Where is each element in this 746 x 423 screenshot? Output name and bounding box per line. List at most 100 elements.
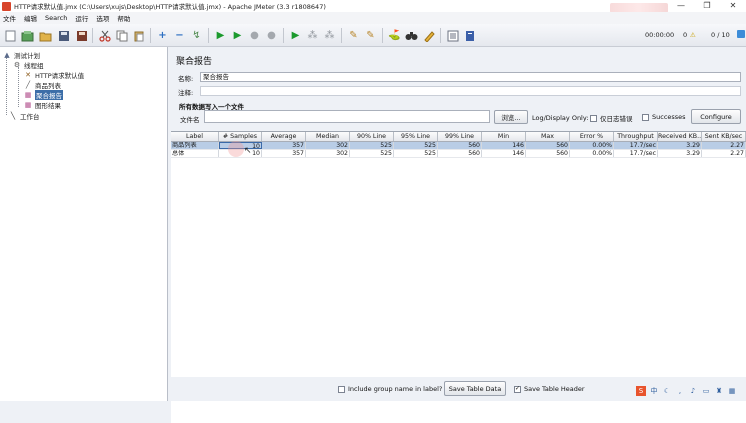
- remote-exit-icon[interactable]: ⁂: [322, 28, 337, 43]
- microphone-icon[interactable]: ♪: [688, 386, 698, 396]
- clear-icon[interactable]: ✎: [346, 28, 361, 43]
- thread-count: 0 / 10: [711, 31, 730, 39]
- templates-icon[interactable]: [20, 28, 35, 43]
- column-header-error[interactable]: Error %: [570, 132, 614, 141]
- column-header-median[interactable]: Median: [306, 132, 350, 141]
- start-no-pause-icon[interactable]: ▶: [230, 28, 245, 43]
- include-group-name-checkbox[interactable]: Include group name in label?: [338, 385, 442, 393]
- table-row[interactable]: 商品列表 10 357 302 525 525 560 146 560 0.00…: [171, 142, 746, 150]
- table-cell: 146: [482, 142, 526, 149]
- column-header-sent[interactable]: Sent KB/sec: [702, 132, 746, 141]
- shutdown-icon[interactable]: ●: [264, 28, 279, 43]
- tree-node-aggregate-report[interactable]: ▦ 聚合报告: [24, 90, 63, 100]
- shirt-icon[interactable]: ♜: [714, 386, 724, 396]
- tree-node-label: 商品列表: [35, 82, 61, 90]
- paste-icon[interactable]: [131, 28, 146, 43]
- open-icon[interactable]: [38, 28, 53, 43]
- table-cell: 3.29: [658, 142, 702, 149]
- errors-only-checkbox[interactable]: 仅日志错误: [590, 113, 633, 123]
- checkbox-box[interactable]: [590, 114, 597, 122]
- menu-options[interactable]: 选项: [96, 13, 109, 23]
- maximize-button[interactable]: ❐: [694, 0, 720, 12]
- table-row[interactable]: 总体 10 357 302 525 525 560 146 560 0.00% …: [171, 150, 746, 158]
- tree-connector: [18, 67, 19, 107]
- column-header-throughput[interactable]: Throughput: [614, 132, 658, 141]
- column-header-received[interactable]: Received KB...: [658, 132, 702, 141]
- collapse-icon[interactable]: −: [172, 28, 187, 43]
- comma-icon[interactable]: ,: [675, 386, 685, 396]
- menu-search[interactable]: Search: [45, 14, 67, 22]
- toggle-icon[interactable]: ↯: [189, 28, 204, 43]
- toolbar-separator: [283, 28, 284, 43]
- table-header: Label # Samples Average Median 90% Line …: [171, 132, 746, 142]
- tree-node-graph-results[interactable]: ▦ 图形结果: [24, 100, 61, 110]
- checkbox-box[interactable]: ✓: [514, 385, 521, 393]
- table-cell: 总体: [171, 150, 219, 157]
- sampler-icon: ╱: [25, 81, 31, 89]
- clear-all-icon[interactable]: ✎: [363, 28, 378, 43]
- save-table-header-checkbox[interactable]: ✓ Save Table Header: [514, 385, 585, 393]
- configure-button[interactable]: Configure: [691, 109, 741, 124]
- table-cell: 146: [482, 150, 526, 157]
- table-cell: 0.00%: [570, 150, 614, 157]
- ime-icon[interactable]: S: [636, 385, 646, 396]
- close-button[interactable]: ✕: [720, 0, 746, 12]
- tree-node-test-plan[interactable]: ▲ 测试计划: [3, 50, 40, 60]
- binoculars-icon[interactable]: [404, 28, 419, 43]
- help-icon[interactable]: [462, 28, 477, 43]
- grid-icon[interactable]: ▦: [727, 386, 737, 396]
- table-cell: 17.7/sec: [614, 150, 658, 157]
- successes-checkbox[interactable]: Successes: [642, 113, 686, 121]
- column-header-90-line[interactable]: 90% Line: [350, 132, 394, 141]
- reset-search-icon[interactable]: [421, 28, 436, 43]
- minimize-button[interactable]: —: [668, 0, 694, 12]
- save-icon[interactable]: [56, 28, 71, 43]
- report-icon: ▦: [24, 91, 32, 99]
- column-header-min[interactable]: Min: [482, 132, 526, 141]
- column-header-max[interactable]: Max: [526, 132, 570, 141]
- copy-icon[interactable]: [114, 28, 129, 43]
- system-tray: S 中 ☾ , ♪ ▭ ♜ ▦: [636, 384, 737, 397]
- expand-icon[interactable]: +: [155, 28, 170, 43]
- column-header-samples[interactable]: # Samples: [219, 132, 262, 141]
- tree-node-http-defaults[interactable]: ✕ HTTP请求默认值: [24, 70, 84, 80]
- toolbar-separator: [440, 28, 441, 43]
- menu-file[interactable]: 文件: [3, 13, 16, 23]
- test-plan-tree: ▲ 测试计划 ⚙ 线程组 ✕ HTTP请求默认值 ╱ 商品列表 ▦ 聚合报告 ▦…: [0, 47, 168, 401]
- save-table-data-button[interactable]: Save Table Data: [444, 381, 506, 396]
- gear-icon: ⚙: [13, 61, 21, 69]
- moon-icon[interactable]: ☾: [662, 386, 672, 396]
- graph-icon: ▦: [24, 101, 32, 109]
- tree-node-product-list[interactable]: ╱ 商品列表: [24, 80, 61, 90]
- checkbox-box[interactable]: [338, 385, 345, 393]
- name-field[interactable]: 聚合报告: [200, 72, 741, 82]
- filename-field[interactable]: [204, 110, 490, 123]
- column-header-95-line[interactable]: 95% Line: [394, 132, 438, 141]
- start-icon[interactable]: ▶: [213, 28, 228, 43]
- remote-stop-icon[interactable]: ⁂: [305, 28, 320, 43]
- keyboard-icon[interactable]: ▭: [701, 386, 711, 396]
- menu-edit[interactable]: 编辑: [24, 13, 37, 23]
- save-as-icon[interactable]: [74, 28, 89, 43]
- function-helper-icon[interactable]: [445, 28, 460, 43]
- new-icon[interactable]: [3, 28, 18, 43]
- stop-icon[interactable]: ●: [247, 28, 262, 43]
- workbench-icon: ╲: [10, 112, 16, 120]
- remote-start-icon[interactable]: ▶: [288, 28, 303, 43]
- column-header-average[interactable]: Average: [262, 132, 306, 141]
- remote-status-icon: [737, 30, 745, 38]
- column-header-99-line[interactable]: 99% Line: [438, 132, 482, 141]
- checkbox-box[interactable]: [642, 113, 649, 121]
- menu-help[interactable]: 帮助: [117, 13, 130, 23]
- tree-node-thread-group[interactable]: ⚙ 线程组: [13, 60, 44, 70]
- comment-field[interactable]: [200, 86, 741, 96]
- warning-icon[interactable]: ⚠: [690, 31, 696, 39]
- browse-button[interactable]: 浏览...: [494, 110, 528, 124]
- search-icon[interactable]: ⛳: [387, 28, 402, 43]
- tree-node-workbench[interactable]: ╲ 工作台: [9, 111, 40, 121]
- column-header-label[interactable]: Label: [171, 132, 219, 141]
- menu-run[interactable]: 运行: [75, 13, 88, 23]
- cut-icon[interactable]: [97, 28, 112, 43]
- language-icon[interactable]: 中: [649, 386, 659, 396]
- tree-connector: [6, 57, 7, 115]
